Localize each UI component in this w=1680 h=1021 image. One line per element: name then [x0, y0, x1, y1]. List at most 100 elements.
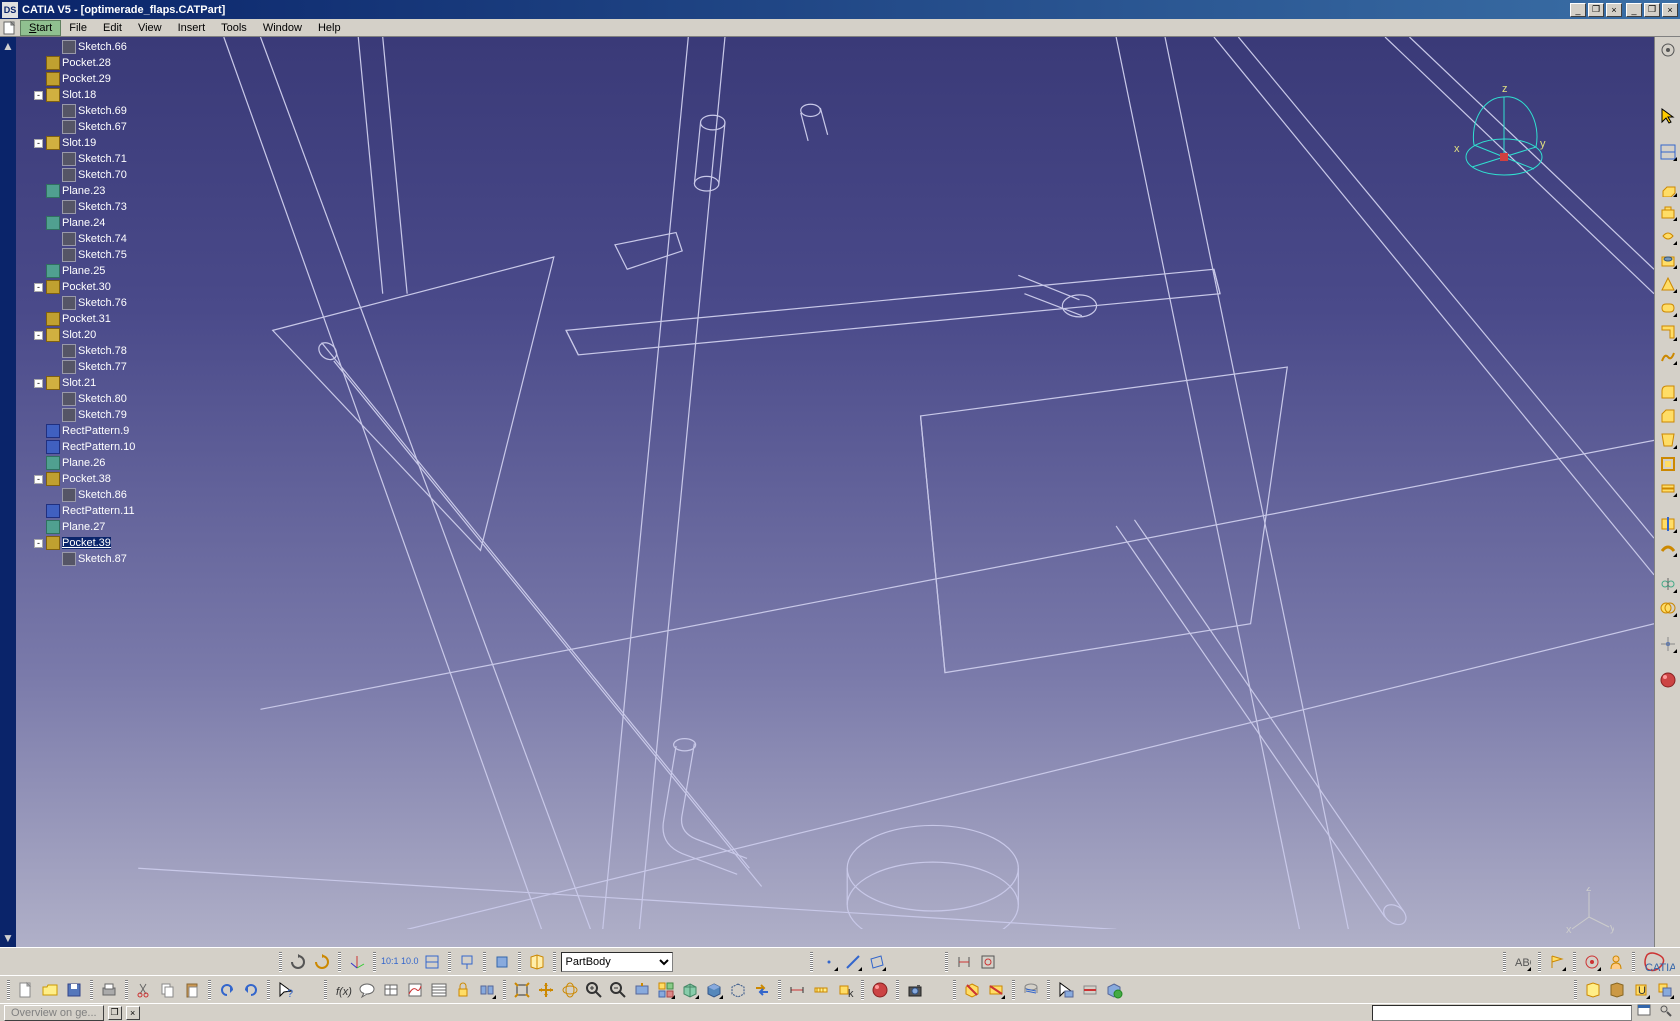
new-icon[interactable]	[15, 979, 37, 1001]
stiffener-icon[interactable]	[1657, 321, 1679, 343]
tree-scroll-up[interactable]: ▲	[2, 39, 14, 53]
tree-node-sketch-78[interactable]: Sketch.78	[18, 343, 204, 359]
mdi-minimize-button[interactable]: _	[1570, 3, 1586, 17]
tree-node-sketch-80[interactable]: Sketch.80	[18, 391, 204, 407]
print-icon[interactable]	[98, 979, 120, 1001]
fillet-icon[interactable]	[1657, 381, 1679, 403]
thickness-icon[interactable]	[1657, 477, 1679, 499]
design-table-icon[interactable]	[380, 979, 402, 1001]
tree-toggle[interactable]: -	[34, 91, 43, 100]
tree-node-pocket-28[interactable]: Pocket.28	[18, 55, 204, 71]
mirror-icon[interactable]	[1657, 573, 1679, 595]
tree-node-sketch-73[interactable]: Sketch.73	[18, 199, 204, 215]
mdi-close-button[interactable]: ×	[1606, 3, 1622, 17]
tree-toggle[interactable]: -	[34, 539, 43, 548]
shaft-icon[interactable]	[1657, 225, 1679, 247]
tree-toggle[interactable]: -	[34, 331, 43, 340]
line-construct-icon[interactable]	[842, 951, 864, 973]
hide-show-icon[interactable]	[727, 979, 749, 1001]
status-close-icon[interactable]: ×	[126, 1006, 140, 1020]
measure-between-icon[interactable]	[786, 979, 808, 1001]
tree-node-rectpattern-11[interactable]: RectPattern.11	[18, 503, 204, 519]
status-overview[interactable]: Overview on ge...	[4, 1005, 104, 1021]
boolean-icon[interactable]	[1657, 597, 1679, 619]
compass[interactable]: z x y	[1444, 67, 1554, 187]
comment-icon[interactable]	[356, 979, 378, 1001]
mean-dimensions-icon[interactable]	[421, 951, 443, 973]
body-select[interactable]: PartBody	[561, 952, 673, 972]
zoom-out-icon[interactable]	[607, 979, 629, 1001]
thick-surface-icon[interactable]	[1657, 537, 1679, 559]
camera-icon[interactable]	[904, 979, 926, 1001]
material-icon[interactable]	[1657, 669, 1679, 691]
tree-toggle[interactable]: -	[34, 283, 43, 292]
isometric-view-icon[interactable]	[679, 979, 701, 1001]
tree-node-pocket-38[interactable]: -Pocket.38	[18, 471, 204, 487]
menu-help[interactable]: Help	[310, 21, 349, 35]
flag-note-icon[interactable]	[1546, 951, 1568, 973]
tree-node-plane-27[interactable]: Plane.27	[18, 519, 204, 535]
tree-node-slot-19[interactable]: -Slot.19	[18, 135, 204, 151]
tree-node-slot-20[interactable]: -Slot.20	[18, 327, 204, 343]
apply-material-icon[interactable]	[869, 979, 891, 1001]
tree-node-sketch-76[interactable]: Sketch.76	[18, 295, 204, 311]
tree-node-rectpattern-9[interactable]: RectPattern.9	[18, 423, 204, 439]
tree-node-slot-18[interactable]: -Slot.18	[18, 87, 204, 103]
tree-node-plane-24[interactable]: Plane.24	[18, 215, 204, 231]
tree-node-slot-21[interactable]: -Slot.21	[18, 375, 204, 391]
remove-face-icon[interactable]	[985, 979, 1007, 1001]
catalog-icon[interactable]	[526, 951, 548, 973]
tree-node-sketch-74[interactable]: Sketch.74	[18, 231, 204, 247]
plane-construct-icon[interactable]	[866, 951, 888, 973]
lock-icon[interactable]	[452, 979, 474, 1001]
tree-node-rectpattern-10[interactable]: RectPattern.10	[18, 439, 204, 455]
define-work-object-icon[interactable]	[1103, 979, 1125, 1001]
rotate-icon[interactable]	[559, 979, 581, 1001]
view-annotation-icon[interactable]	[1581, 951, 1603, 973]
paste-icon[interactable]	[181, 979, 203, 1001]
point-ref-icon[interactable]	[1657, 633, 1679, 655]
pad-icon[interactable]	[1657, 177, 1679, 199]
menu-insert[interactable]: Insert	[170, 21, 214, 35]
tree-node-sketch-70[interactable]: Sketch.70	[18, 167, 204, 183]
tree-node-sketch-79[interactable]: Sketch.79	[18, 407, 204, 423]
slot-icon[interactable]	[1657, 297, 1679, 319]
tree-node-sketch-75[interactable]: Sketch.75	[18, 247, 204, 263]
multi-view-icon[interactable]	[655, 979, 677, 1001]
cut-icon[interactable]	[133, 979, 155, 1001]
measure-item-icon[interactable]	[810, 979, 832, 1001]
split-icon[interactable]	[1657, 513, 1679, 535]
product-catalog-icon[interactable]	[1606, 979, 1628, 1001]
hole-icon[interactable]	[1657, 249, 1679, 271]
tree-node-plane-25[interactable]: Plane.25	[18, 263, 204, 279]
abc-annotation-icon[interactable]: ABC	[1511, 951, 1533, 973]
undo-icon[interactable]	[216, 979, 238, 1001]
only-current-body-icon[interactable]	[491, 951, 513, 973]
specification-tree[interactable]: Sketch.66Pocket.28Pocket.29-Slot.18Sketc…	[16, 37, 206, 569]
tree-node-plane-26[interactable]: Plane.26	[18, 455, 204, 471]
swap-visible-icon[interactable]	[751, 979, 773, 1001]
menu-start[interactable]: Start	[20, 20, 61, 36]
tree-node-sketch-87[interactable]: Sketch.87	[18, 551, 204, 567]
tree-node-pocket-29[interactable]: Pocket.29	[18, 71, 204, 87]
whats-this-icon[interactable]: ?	[275, 979, 297, 1001]
tree-node-pocket-31[interactable]: Pocket.31	[18, 311, 204, 327]
formula-icon[interactable]: f(x)	[332, 979, 354, 1001]
person-icon[interactable]	[1605, 951, 1627, 973]
tree-toggle[interactable]: -	[34, 139, 43, 148]
thread-icon[interactable]	[1020, 979, 1042, 1001]
zoom-in-icon[interactable]	[583, 979, 605, 1001]
body-select-dropdown[interactable]: PartBody	[562, 953, 672, 971]
mdi-restore-button[interactable]: ❐	[1588, 3, 1604, 17]
remove-feature-icon[interactable]	[961, 979, 983, 1001]
settings-icon[interactable]	[1657, 39, 1679, 61]
datum-icon[interactable]	[456, 951, 478, 973]
tree-node-sketch-71[interactable]: Sketch.71	[18, 151, 204, 167]
menu-window[interactable]: Window	[255, 21, 310, 35]
close-button[interactable]: ×	[1662, 3, 1678, 17]
normal-view-icon[interactable]	[631, 979, 653, 1001]
scan-icon[interactable]	[1079, 979, 1101, 1001]
fit-all-icon[interactable]	[511, 979, 533, 1001]
equivalent-dims-icon[interactable]	[476, 979, 498, 1001]
select-under-icon[interactable]	[1055, 979, 1077, 1001]
